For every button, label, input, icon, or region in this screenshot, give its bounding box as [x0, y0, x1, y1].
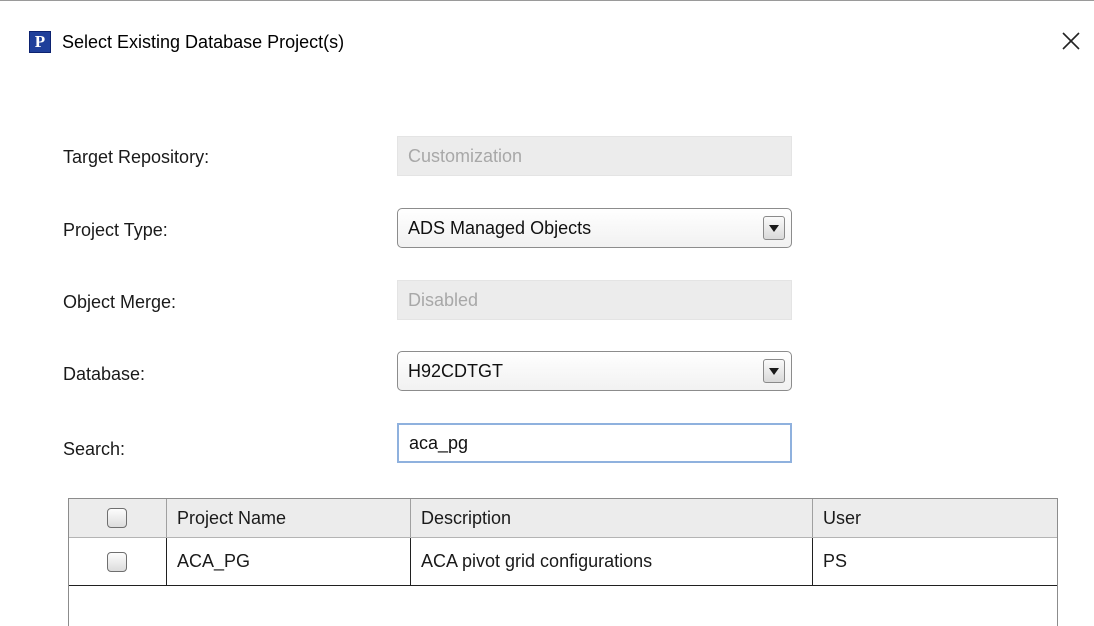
project-name-cell: ACA_PG — [167, 538, 411, 585]
database-dropdown[interactable]: H92CDTGT — [397, 351, 792, 391]
header-select-cell — [69, 499, 167, 537]
table-row[interactable]: ACA_PG ACA pivot grid configurations PS — [69, 538, 1057, 586]
close-button[interactable] — [1056, 26, 1086, 56]
projects-table: Project Name Description User ACA_PG ACA… — [68, 498, 1058, 626]
database-value: H92CDTGT — [408, 361, 504, 381]
database-label: Database: — [63, 364, 146, 384]
column-header-user[interactable]: User — [813, 499, 1057, 537]
project-type-value: ADS Managed Objects — [408, 218, 592, 238]
row-checkbox[interactable] — [107, 551, 127, 572]
project-type-label: Project Type: — [63, 220, 168, 240]
column-header-project-name[interactable]: Project Name — [167, 499, 411, 537]
user-cell: PS — [823, 551, 848, 571]
table-empty-area — [69, 586, 1057, 626]
object-merge-label: Object Merge: — [63, 292, 177, 312]
close-icon — [1062, 32, 1080, 50]
target-repository-field: Customization — [397, 136, 792, 176]
peoplesoft-app-icon: P — [29, 31, 51, 53]
description-cell: ACA pivot grid configurations — [411, 538, 813, 585]
search-label: Search: — [63, 439, 126, 459]
title-bar: P Select Existing Database Project(s) — [0, 1, 1094, 71]
chevron-down-icon[interactable] — [763, 216, 785, 240]
table-header: Project Name Description User — [69, 498, 1057, 538]
chevron-down-icon[interactable] — [763, 359, 785, 383]
dialog-title: Select Existing Database Project(s) — [62, 32, 345, 52]
object-merge-field: Disabled — [397, 280, 792, 320]
column-header-description[interactable]: Description — [411, 499, 813, 537]
project-type-dropdown[interactable]: ADS Managed Objects — [397, 208, 792, 248]
dialog-window: P Select Existing Database Project(s) Ta… — [0, 0, 1094, 626]
select-all-checkbox[interactable] — [107, 508, 127, 528]
row-select-cell — [69, 538, 167, 585]
search-input[interactable]: aca_pg — [397, 423, 792, 463]
target-repository-label: Target Repository: — [63, 147, 210, 167]
